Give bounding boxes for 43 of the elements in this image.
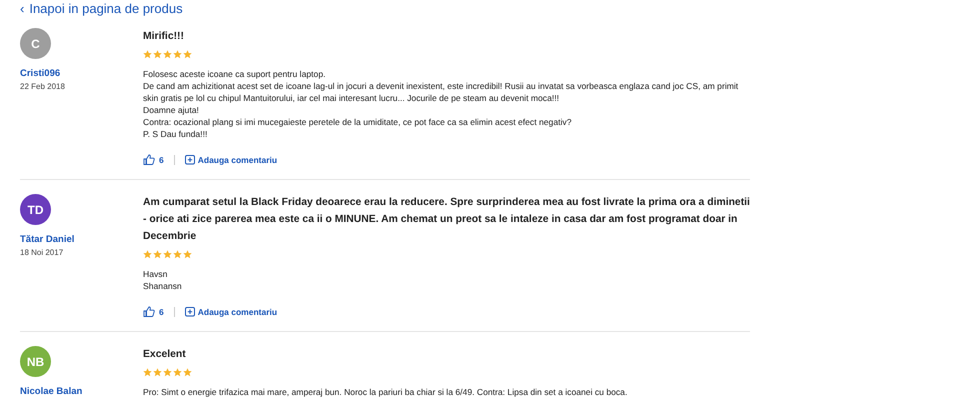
plus-icon xyxy=(184,306,195,316)
avatar: TD xyxy=(20,194,51,225)
author-link[interactable]: Cristi096 xyxy=(20,68,60,79)
review-text: De cand am achizitionat acest set de icoane lag-ul in jocuri a devenit inexistent, este incredibil! Rusii au invatat sa vorbeasca englaza cand joc CS, am primit skin gratis pe lol cu chipul Mantuitorului, iar cel mai interesant lucru... Jocurile de pe steam au devenit moca!!! xyxy=(143,80,740,104)
star-icon xyxy=(143,368,152,377)
plus-icon xyxy=(184,154,195,164)
review-text: Contra: ocazional plang si imi mucegaieste peretele de la umiditate, ce pot face ca sa elimin acest efect negativ? xyxy=(143,116,572,128)
review-text: Folosesc aceste icoane ca suport pentru laptop. xyxy=(143,68,326,80)
star-icon xyxy=(143,250,152,259)
like-button[interactable]: 6 xyxy=(143,306,164,317)
review-text: Havsn xyxy=(143,268,168,280)
review-date: 22 Feb 2018 xyxy=(20,82,65,91)
star-icon xyxy=(173,50,182,59)
review-date: 18 Noi 2017 xyxy=(20,248,64,257)
author-link[interactable]: Nicolae Balan xyxy=(20,386,82,397)
star-icon xyxy=(183,250,192,259)
star-icon xyxy=(173,368,182,377)
star-icon xyxy=(153,50,162,59)
review-text: Shanansn xyxy=(143,280,183,292)
star-icon xyxy=(143,50,152,59)
star-icon xyxy=(163,250,172,259)
star-icon xyxy=(163,50,172,59)
back-link[interactable]: ‹ Inapoi in pagina de produs xyxy=(20,2,183,16)
author-link[interactable]: Tătar Daniel xyxy=(20,234,74,245)
star-icon xyxy=(153,368,162,377)
star-icon xyxy=(153,250,162,259)
star-icon xyxy=(183,50,192,59)
review-title: Mirific!!! xyxy=(143,30,185,44)
review-text: P. S Dau funda!!! xyxy=(143,128,208,140)
thumbs-up-icon xyxy=(143,306,155,317)
star-icon xyxy=(173,250,182,259)
review-text: Doamne ajuta! xyxy=(143,104,200,116)
avatar: NB xyxy=(20,346,51,377)
review-title: Excelent xyxy=(143,348,187,362)
add-comment-button[interactable]: Adauga comentariu xyxy=(184,154,278,164)
thumbs-up-icon xyxy=(143,154,155,165)
review-title: Am cumparat setul la Black Friday deoarece erau la reducere. Spre surprinderea mea au fost livrate la prima ora a diminetii - orice ati zice parerea mea este ca ii o MINUNE. Am chemat un preot sa le intaleze in casa dar am fost programat doar in Decembrie xyxy=(143,196,750,244)
like-button[interactable]: 6 xyxy=(143,154,164,165)
add-comment-button[interactable]: Adauga comentariu xyxy=(184,306,278,316)
star-icon xyxy=(163,368,172,377)
star-icon xyxy=(183,368,192,377)
review-text: Pro: Simt o energie trifazica mai mare, amperaj bun. Noroc la pariuri ba chiar si la 6/49. Contra: Lipsa din set a icoanei cu boca. xyxy=(143,386,628,398)
avatar: C xyxy=(20,28,51,59)
